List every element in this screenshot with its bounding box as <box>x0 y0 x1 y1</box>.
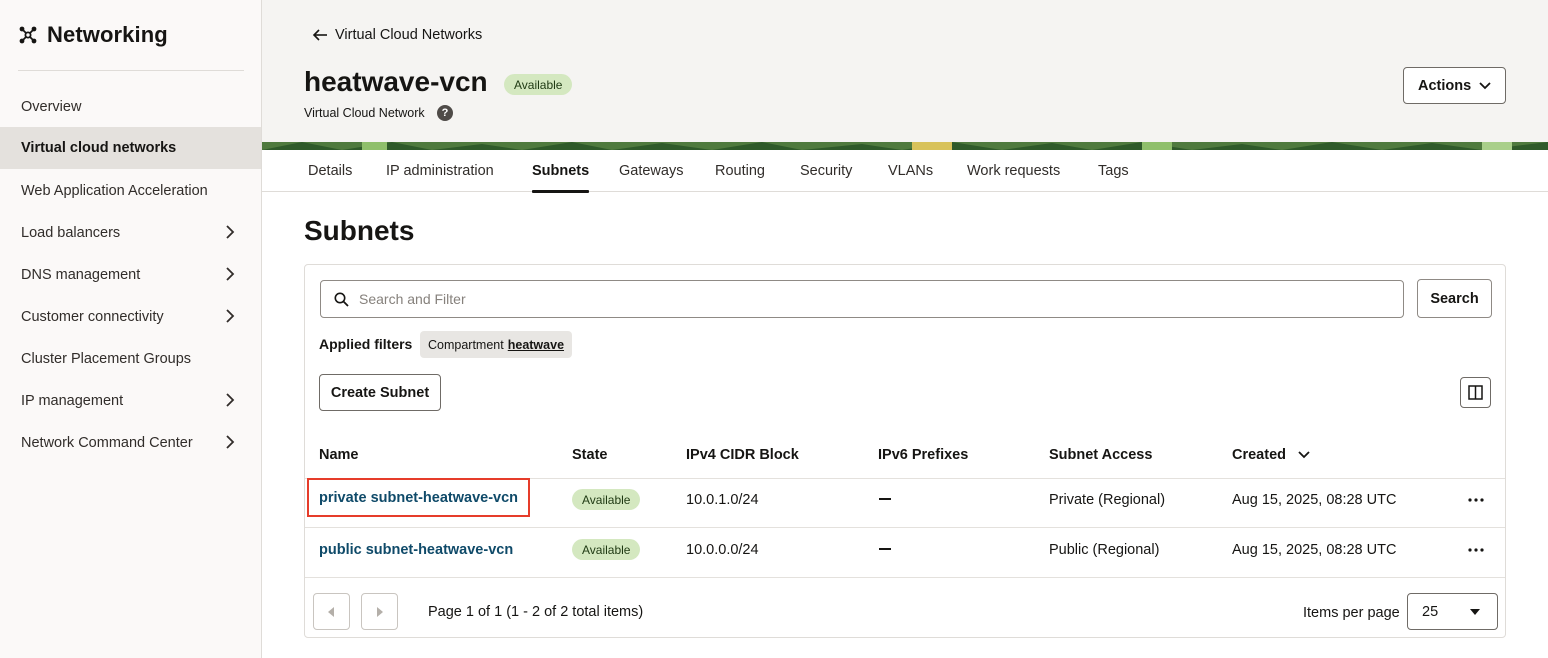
sidebar-item-label: DNS management <box>21 267 141 283</box>
row-ipv4: 10.0.0.0/24 <box>686 542 759 558</box>
row-subnet-access: Private (Regional) <box>1049 492 1166 508</box>
items-per-page-value: 25 <box>1422 603 1439 620</box>
row-ipv4: 10.0.1.0/24 <box>686 492 759 508</box>
tab-vlans[interactable]: VLANs <box>888 150 933 192</box>
tab-gateways[interactable]: Gateways <box>619 150 683 192</box>
chevron-right-icon <box>226 435 235 449</box>
applied-filters-label: Applied filters <box>319 336 413 352</box>
tab-subnets[interactable]: Subnets <box>532 150 590 193</box>
sidebar-divider <box>18 70 244 71</box>
tab-tags[interactable]: Tags <box>1098 150 1129 192</box>
table-divider <box>305 577 1505 578</box>
row-actions-menu[interactable] <box>1466 490 1486 510</box>
previous-page-button[interactable] <box>313 593 350 630</box>
sidebar-item-label: Customer connectivity <box>21 309 164 325</box>
items-per-page-label: Items per page <box>1303 605 1400 621</box>
filter-chip-value: heatwave <box>507 337 565 352</box>
sidebar-title: Networking <box>47 22 168 47</box>
sidebar-item-load-balancers[interactable]: Load balancers <box>0 212 261 254</box>
network-icon <box>19 26 37 44</box>
sidebar-header: Networking <box>18 22 168 48</box>
column-header-created[interactable]: Created <box>1232 447 1310 463</box>
actions-button[interactable]: Actions <box>1403 67 1506 104</box>
page-title: heatwave-vcn <box>304 66 488 97</box>
help-icon[interactable]: ? <box>437 105 453 121</box>
arrow-left-icon <box>312 29 327 41</box>
row-created: Aug 15, 2025, 08:28 UTC <box>1232 542 1397 558</box>
back-link-label: Virtual Cloud Networks <box>335 27 483 43</box>
sidebar-item-dns-management[interactable]: DNS management <box>0 254 261 296</box>
search-input[interactable]: Search and Filter <box>320 280 1404 318</box>
chevron-right-icon <box>226 267 235 281</box>
chevron-right-icon <box>226 393 235 407</box>
sidebar-item-label: Cluster Placement Groups <box>21 351 192 367</box>
row-subnet-access: Public (Regional) <box>1049 542 1160 558</box>
row-created: Aug 15, 2025, 08:28 UTC <box>1232 492 1397 508</box>
column-header-state: State <box>572 447 608 463</box>
caret-down-icon <box>1470 609 1480 615</box>
subnet-link-private[interactable]: private subnet-heatwave-vcn <box>306 478 531 517</box>
tab-ip-administration[interactable]: IP administration <box>386 150 494 192</box>
chevron-left-icon <box>328 606 334 617</box>
sidebar-item-cluster-placement-groups[interactable]: Cluster Placement Groups <box>0 338 261 380</box>
sidebar-item-virtual-cloud-networks[interactable]: Virtual cloud networks <box>0 127 261 169</box>
page-header: Virtual Cloud Networks heatwave-vcn Avai… <box>262 0 1548 150</box>
status-badge: Available <box>504 74 573 95</box>
sidebar-item-network-command-center[interactable]: Network Command Center <box>0 422 261 464</box>
sidebar-item-label: Overview <box>21 99 82 115</box>
tab-work-requests[interactable]: Work requests <box>967 150 1060 192</box>
create-subnet-button[interactable]: Create Subnet <box>319 374 441 411</box>
tab-security[interactable]: Security <box>800 150 852 192</box>
next-page-button[interactable] <box>361 593 398 630</box>
tab-bar: Details IP administration Subnets Gatewa… <box>262 150 1548 193</box>
items-per-page-select[interactable]: 25 <box>1407 593 1498 630</box>
chevron-right-icon <box>377 606 383 617</box>
row-ipv6-empty <box>879 498 891 500</box>
columns-icon <box>1468 385 1483 400</box>
more-options-icon <box>1468 548 1484 552</box>
filter-chip-compartment[interactable]: Compartment heatwave <box>420 331 573 358</box>
sort-descending-icon <box>1298 451 1310 459</box>
sidebar-item-customer-connectivity[interactable]: Customer connectivity <box>0 296 261 338</box>
sidebar-item-overview[interactable]: Overview <box>0 86 261 128</box>
column-settings-button[interactable] <box>1460 377 1491 408</box>
row-ipv6-empty <box>879 548 891 550</box>
row-state-badge: Available <box>572 489 641 510</box>
tab-routing[interactable]: Routing <box>715 150 765 192</box>
table-divider <box>305 478 1505 479</box>
subnet-link-public[interactable]: public subnet-heatwave-vcn <box>319 542 513 558</box>
subnets-panel: Search and Filter Search Applied filters… <box>304 264 1506 638</box>
column-header-created-label: Created <box>1232 447 1286 463</box>
page-subtitle: Virtual Cloud Network <box>304 106 425 120</box>
column-header-subnet-access: Subnet Access <box>1049 447 1153 463</box>
pagination-status: Page 1 of 1 (1 - 2 of 2 total items) <box>428 604 644 620</box>
actions-button-label: Actions <box>1418 77 1472 94</box>
back-link[interactable]: Virtual Cloud Networks <box>312 27 482 43</box>
sidebar-item-web-application-acceleration[interactable]: Web Application Acceleration <box>0 170 261 212</box>
tab-details[interactable]: Details <box>308 150 352 192</box>
column-header-name: Name <box>319 447 359 463</box>
chevron-right-icon <box>226 309 235 323</box>
table-divider <box>305 527 1505 528</box>
row-actions-menu[interactable] <box>1466 540 1486 560</box>
column-header-ipv4: IPv4 CIDR Block <box>686 447 799 463</box>
sidebar-item-label: Virtual cloud networks <box>21 140 177 156</box>
sidebar-item-label: Web Application Acceleration <box>21 183 208 199</box>
chevron-right-icon <box>226 225 235 239</box>
row-state-badge: Available <box>572 539 641 560</box>
section-title: Subnets <box>304 215 415 246</box>
search-button[interactable]: Search <box>1417 279 1492 318</box>
search-placeholder: Search and Filter <box>359 291 466 307</box>
filter-chip-key: Compartment <box>428 337 504 352</box>
more-options-icon <box>1468 498 1484 502</box>
sidebar: Networking Overview Virtual cloud networ… <box>0 0 262 658</box>
decorative-banner <box>262 142 1548 150</box>
sidebar-item-ip-management[interactable]: IP management <box>0 380 261 422</box>
sidebar-item-label: IP management <box>21 393 124 409</box>
sidebar-item-label: Network Command Center <box>21 435 193 451</box>
chevron-down-icon <box>1479 82 1491 90</box>
search-icon <box>334 292 349 307</box>
column-header-ipv6: IPv6 Prefixes <box>878 447 969 463</box>
sidebar-item-label: Load balancers <box>21 225 121 241</box>
